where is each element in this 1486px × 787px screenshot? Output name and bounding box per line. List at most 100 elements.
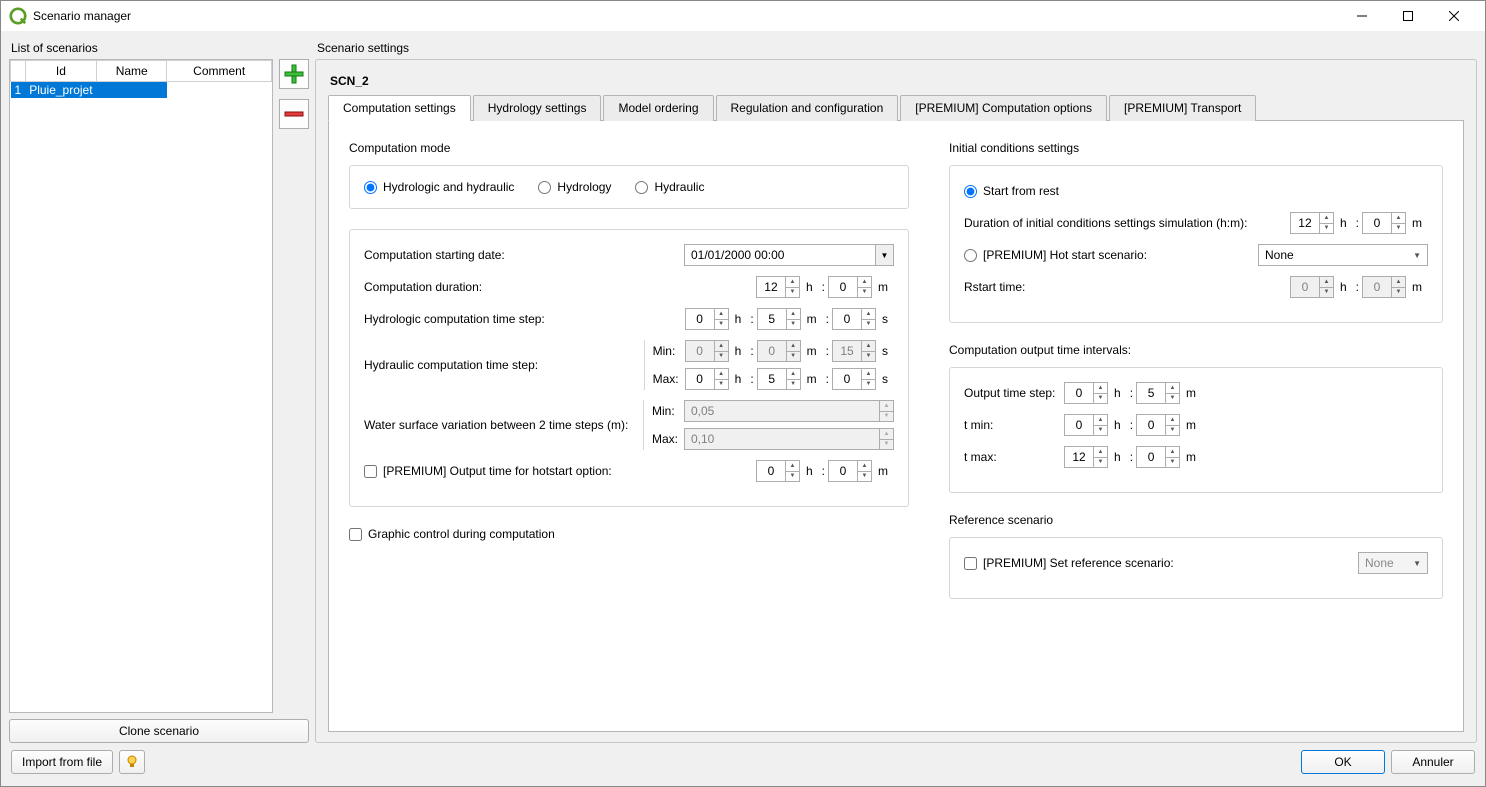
init-dur-label: Duration of initial conditions settings … — [964, 216, 1290, 230]
add-scenario-button[interactable] — [279, 59, 309, 89]
minimize-button[interactable] — [1339, 1, 1385, 31]
radio-hotstart-scenario[interactable]: [PREMIUM] Hot start scenario: — [964, 248, 1258, 262]
hydro-s-input[interactable]: ▲▼ — [832, 308, 876, 330]
row-num: 1 — [11, 82, 26, 99]
radio-label: Hydraulic — [654, 180, 704, 194]
start-date-input[interactable]: ▼ — [684, 244, 894, 266]
tmin-m-input[interactable]: ▲▼ — [1136, 414, 1180, 436]
wsv-max-input: ▲▼ — [684, 428, 894, 450]
wsv-label: Water surface variation between 2 time s… — [364, 418, 635, 432]
hydra-max-h-input[interactable]: ▲▼ — [685, 368, 729, 390]
tab-model-ordering[interactable]: Model ordering — [603, 95, 713, 121]
hydro-m-input[interactable]: ▲▼ — [757, 308, 801, 330]
tmax-label: t max: — [964, 450, 1064, 464]
close-button[interactable] — [1431, 1, 1477, 31]
hotstart-select[interactable]: None ▼ — [1258, 244, 1428, 266]
help-button[interactable] — [119, 750, 145, 774]
rstart-m-input: ▲▼ — [1362, 276, 1406, 298]
hydro-h-input[interactable]: ▲▼ — [685, 308, 729, 330]
dropdown-icon: ▼ — [1413, 559, 1421, 568]
graphic-control-label: Graphic control during computation — [368, 527, 555, 541]
graphic-control-checkbox[interactable]: Graphic control during computation — [349, 527, 909, 541]
radio-label: Hydrologic and hydraulic — [383, 180, 514, 194]
cancel-button[interactable]: Annuler — [1391, 750, 1475, 774]
col-id[interactable]: Id — [25, 61, 96, 82]
rstart-label: Rstart time: — [964, 280, 1290, 294]
init-title: Initial conditions settings — [949, 141, 1443, 155]
row-header-blank — [11, 61, 26, 82]
output-step-m-input[interactable]: ▲▼ — [1136, 382, 1180, 404]
list-title: List of scenarios — [9, 37, 309, 59]
max-label: Max: — [652, 432, 684, 446]
app-icon — [9, 7, 27, 25]
hydra-step-label: Hydraulic computation time step: — [364, 358, 636, 372]
col-comment[interactable]: Comment — [167, 61, 272, 82]
hydra-max-m-input[interactable]: ▲▼ — [757, 368, 801, 390]
rstart-h-input: ▲▼ — [1290, 276, 1334, 298]
dropdown-icon[interactable]: ▼ — [875, 245, 893, 265]
select-value: None — [1265, 248, 1294, 262]
row-comment — [97, 82, 167, 99]
hydra-min-s-input: ▲▼ — [832, 340, 876, 362]
duration-label: Computation duration: — [364, 280, 756, 294]
window-title: Scenario manager — [33, 9, 1339, 23]
max-label: Max: — [653, 372, 685, 386]
remove-scenario-button[interactable] — [279, 99, 309, 129]
maximize-button[interactable] — [1385, 1, 1431, 31]
tmax-m-input[interactable]: ▲▼ — [1136, 446, 1180, 468]
radio-label: Start from rest — [983, 184, 1059, 198]
wsv-min-input: ▲▼ — [684, 400, 894, 422]
start-date-label: Computation starting date: — [364, 248, 684, 262]
radio-hydrology[interactable]: Hydrology — [538, 180, 611, 194]
init-dur-h-input[interactable]: ▲▼ — [1290, 212, 1334, 234]
tabs: Computation settings Hydrology settings … — [328, 94, 1464, 121]
tmin-label: t min: — [964, 418, 1064, 432]
radio-hydrologic-hydraulic[interactable]: Hydrologic and hydraulic — [364, 180, 514, 194]
radio-label: [PREMIUM] Hot start scenario: — [983, 248, 1147, 262]
hydra-max-s-input[interactable]: ▲▼ — [832, 368, 876, 390]
tab-regulation[interactable]: Regulation and configuration — [716, 95, 899, 121]
output-step-h-input[interactable]: ▲▼ — [1064, 382, 1108, 404]
min-label: Min: — [652, 404, 684, 418]
tab-premium-options[interactable]: [PREMIUM] Computation options — [900, 95, 1107, 121]
ref-label: [PREMIUM] Set reference scenario: — [983, 556, 1174, 570]
titlebar: Scenario manager — [1, 1, 1485, 31]
scenario-table[interactable]: Id Name Comment 1 Pluie_projet — [9, 59, 273, 713]
hydro-step-label: Hydrologic computation time step: — [364, 312, 685, 326]
col-name[interactable]: Name — [97, 61, 167, 82]
ref-select[interactable]: None ▼ — [1358, 552, 1428, 574]
duration-h-input[interactable]: ▲▼ — [756, 276, 800, 298]
hydra-min-m-input: ▲▼ — [757, 340, 801, 362]
tab-premium-transport[interactable]: [PREMIUM] Transport — [1109, 95, 1256, 121]
tab-computation-settings[interactable]: Computation settings — [328, 95, 471, 121]
unit-h: h — [806, 280, 813, 294]
output-title: Computation output time intervals: — [949, 343, 1443, 357]
hotstart-h-input[interactable]: ▲▼ — [756, 460, 800, 482]
tmin-h-input[interactable]: ▲▼ — [1064, 414, 1108, 436]
duration-m-input[interactable]: ▲▼ — [828, 276, 872, 298]
radio-start-from-rest[interactable]: Start from rest — [964, 184, 1059, 198]
hotstart-m-input[interactable]: ▲▼ — [828, 460, 872, 482]
select-value: None — [1365, 556, 1394, 570]
settings-title: Scenario settings — [315, 37, 1477, 59]
minus-icon — [283, 103, 305, 125]
ref-title: Reference scenario — [949, 513, 1443, 527]
hydra-min-h-input: ▲▼ — [685, 340, 729, 362]
lightbulb-icon — [125, 755, 139, 769]
min-label: Min: — [653, 344, 685, 358]
tmax-h-input[interactable]: ▲▼ — [1064, 446, 1108, 468]
dropdown-icon: ▼ — [1413, 251, 1421, 260]
hotstart-output-checkbox[interactable]: [PREMIUM] Output time for hotstart optio… — [364, 464, 756, 478]
plus-icon — [283, 63, 305, 85]
hotstart-output-label: [PREMIUM] Output time for hotstart optio… — [383, 464, 612, 478]
output-step-label: Output time step: — [964, 386, 1064, 400]
ok-button[interactable]: OK — [1301, 750, 1385, 774]
init-dur-m-input[interactable]: ▲▼ — [1362, 212, 1406, 234]
import-button[interactable]: Import from file — [11, 750, 113, 774]
ref-scenario-checkbox[interactable]: [PREMIUM] Set reference scenario: — [964, 556, 1358, 570]
computation-mode-title: Computation mode — [349, 141, 909, 155]
clone-scenario-button[interactable]: Clone scenario — [9, 719, 309, 743]
tab-hydrology-settings[interactable]: Hydrology settings — [473, 95, 602, 121]
table-row[interactable]: 1 Pluie_projet — [11, 82, 272, 99]
radio-hydraulic[interactable]: Hydraulic — [635, 180, 704, 194]
